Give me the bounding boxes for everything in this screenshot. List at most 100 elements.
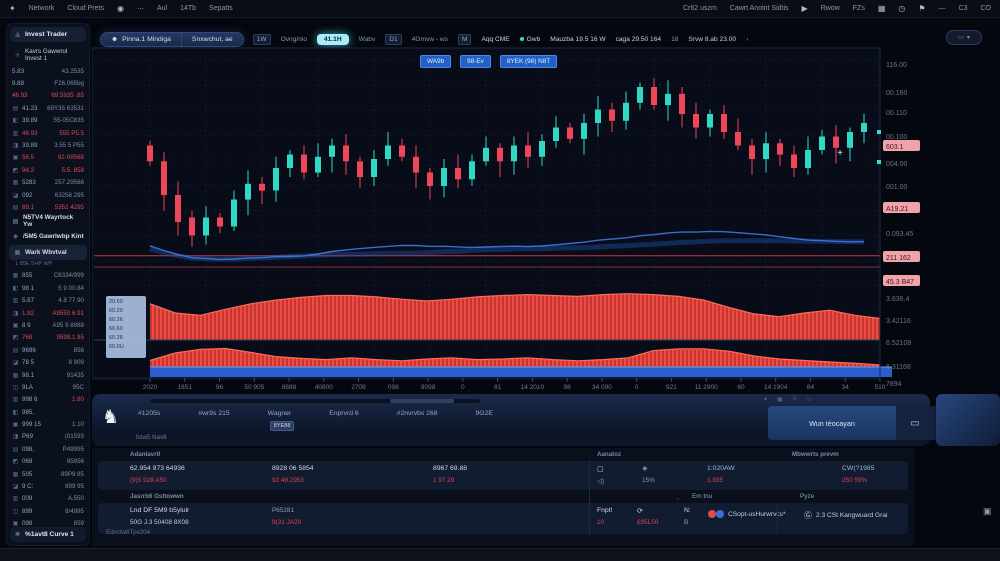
toolbar-item[interactable]: Ovng/nio <box>281 36 307 43</box>
checkbox-icon[interactable]: ▢ <box>597 465 603 473</box>
menu-item[interactable]: — <box>939 5 946 12</box>
watchlist-row[interactable]: ▣8 9A95 9 8988 <box>7 319 89 331</box>
watchlist-row[interactable]: ▣56.592-09568 <box>7 152 89 164</box>
menu-item[interactable]: CO <box>981 5 992 12</box>
watchlist-row[interactable]: ◫9LA95C <box>7 381 89 393</box>
menu-item[interactable]: Aul <box>157 5 167 12</box>
watchlist-row[interactable]: ▦855C8334/999 <box>7 270 89 282</box>
tab-6[interactable]: 9G2E <box>476 410 493 417</box>
payment-method-gpay[interactable]: Ⓖ 2.3 CSt Kangwuard Grai <box>804 510 887 521</box>
menubar-icon[interactable]: ◉ <box>117 4 124 13</box>
menu-item[interactable]: ⋯ <box>137 5 144 13</box>
menu-item[interactable]: Rwow <box>821 5 840 12</box>
watchlist-row[interactable]: ▣999 151.10 <box>7 418 89 430</box>
sidebar-section[interactable]: ◈/5M5 Gawrlwbp Kint <box>7 229 89 244</box>
copy-icon[interactable]: ▭ <box>896 406 934 440</box>
indicator-chip[interactable]: WA9b <box>420 55 451 68</box>
toolbar-item[interactable]: D1 <box>385 34 401 45</box>
mini-icon[interactable]: ≡ <box>793 396 797 403</box>
watchlist-row[interactable]: ▤098,P49995 <box>7 443 89 455</box>
toolbar-item[interactable]: 1W <box>253 34 271 45</box>
watchlist-row[interactable]: ◧98 15 9 00.84 <box>7 282 89 294</box>
menubar-icon[interactable]: ▶ <box>802 4 808 13</box>
toolbar-item[interactable]: caga 29.50 164 <box>616 36 661 43</box>
row-icon: ◪ <box>12 192 19 199</box>
place-order-button[interactable]: Wun téocayan <box>768 406 896 440</box>
watchlist-row[interactable]: ▥5.874.8 77.90 <box>7 294 89 306</box>
watchlist-row[interactable]: 9.88F26.065bg <box>7 77 89 89</box>
toolbar-item[interactable]: Mauzba 19.5 16 W <box>550 36 605 43</box>
watchlist-row[interactable]: 46.9369.5935 .85 <box>7 90 89 102</box>
sidebar-section[interactable]: ▣Wark Wbvtval <box>9 245 87 260</box>
toolbar-item[interactable]: M <box>458 34 472 45</box>
tab-2[interactable]: #wr9s 215 <box>198 410 229 417</box>
watchlist-row[interactable]: ◨1.92A9550 6.91 <box>7 307 89 319</box>
toolbar-item[interactable]: Srvw 8.ab 23.00 <box>688 36 736 43</box>
menubar-icon[interactable]: ✦ <box>9 4 16 13</box>
speaker-icon[interactable]: ◁) <box>597 477 604 485</box>
watchlist-row[interactable]: ◧985, <box>7 406 89 418</box>
watchlist-row[interactable]: ▤9696856 <box>7 344 89 356</box>
watchlist-row[interactable]: ▥009A.550 <box>7 493 89 505</box>
time-interval-button[interactable]: 41.1H <box>317 34 349 45</box>
menu-item[interactable]: C3 <box>959 5 968 12</box>
sidebar-footer-item[interactable]: ✱ %1avt8 Curve 1 <box>10 527 86 542</box>
tab-5[interactable]: #2nvrvbs 268 <box>397 410 438 417</box>
horizontal-scrollbar[interactable] <box>150 399 480 403</box>
watchlist-row[interactable]: ◩7689599.1 85 <box>7 332 89 344</box>
table-row[interactable] <box>98 461 908 490</box>
watchlist-row[interactable]: ◩94.25.5. 858 <box>7 164 89 176</box>
axis-settings-button[interactable]: ▭ ▾ <box>946 30 982 45</box>
refresh-icon[interactable]: ⟳ <box>637 507 643 515</box>
menubar-icon[interactable]: ◷ <box>898 4 905 13</box>
menu-item[interactable]: Cloud Prets <box>67 5 104 12</box>
watchlist-row[interactable]: ▦98.191435 <box>7 369 89 381</box>
toolbar-item[interactable]: Gwb <box>520 36 541 43</box>
watchlist-row[interactable]: ▦50589P9 85 <box>7 468 89 480</box>
watchlist-row[interactable]: ▥998 61.80 <box>7 394 89 406</box>
menu-item[interactable]: Cawrt Anoint Sidtis <box>730 5 789 12</box>
payment-method-mastercard[interactable]: CSopt-usHurwrvcs* <box>708 510 786 518</box>
menu-item[interactable]: Network <box>29 5 55 12</box>
watchlist-row[interactable]: ▤41.2369Y35 63531 <box>7 102 89 114</box>
tab-4[interactable]: Enprvrd 6 <box>329 410 358 417</box>
mini-icon[interactable]: ▣ <box>777 396 783 403</box>
table-row[interactable] <box>98 503 908 534</box>
toolbar-item[interactable]: Aqq CME <box>481 36 509 43</box>
watchlist-row[interactable]: 5.8343.2535 <box>7 65 89 77</box>
candlestick-chart[interactable]: +202018519650 90588884080027080989098081… <box>92 44 920 392</box>
toolbar-item[interactable]: 18 <box>671 36 678 43</box>
toolbar-item[interactable]: 4Gmvw - ws <box>412 36 448 43</box>
scrollbar-handle[interactable] <box>390 399 454 403</box>
sidebar-header[interactable]: ◮ Invest Trader <box>10 27 86 42</box>
watchlist-row[interactable]: ◧39.8955-05C835 <box>7 115 89 127</box>
mini-icon[interactable]: ▾ <box>764 396 767 403</box>
menu-item[interactable]: Cr62 uszm <box>683 5 717 12</box>
menu-item[interactable]: 14Tb <box>180 5 196 12</box>
tab-3[interactable]: Wagner8YE88 <box>268 410 292 417</box>
toolbar-item[interactable]: › <box>746 36 748 43</box>
sidebar-account-item[interactable]: ✛ Kavrs Gawwrul Invest 1 <box>7 45 89 65</box>
watchlist-row[interactable]: ◪09263258 295 <box>7 189 89 201</box>
watchlist-row[interactable]: ◨P69(01593 <box>7 431 89 443</box>
menu-item[interactable]: FZs <box>853 5 865 12</box>
watchlist-row[interactable]: ▥46.93555 P5.5 <box>7 127 89 139</box>
mini-icon[interactable]: ▭ <box>806 396 812 403</box>
watchlist-row[interactable]: ▦5283257.29568 <box>7 177 89 189</box>
tab-1[interactable]: #1205s <box>138 410 160 417</box>
indicator-chip[interactable]: 8YEK (98) N8T <box>500 55 557 68</box>
menubar-icon[interactable]: ⚑ <box>918 4 925 13</box>
watchlist-row[interactable]: ▤89.15351 4295 <box>7 201 89 213</box>
menu-item[interactable]: Sepatts <box>209 5 233 12</box>
watchlist-row[interactable]: ◨39.893.55 5 P55 <box>7 139 89 151</box>
indicator-chip[interactable]: 98-Ev <box>460 55 491 68</box>
menubar-icon[interactable]: ▦ <box>878 4 886 13</box>
sidebar-section[interactable]: ▤N5TV4 Wayrtock Yw <box>7 214 89 229</box>
toolbar-item[interactable]: Wabv <box>359 36 376 43</box>
sparkle-icon[interactable]: ✳ <box>642 465 648 473</box>
watchlist-row[interactable]: ◪9 C:899 95 <box>7 480 89 492</box>
watchlist-row[interactable]: ◩06995956 <box>7 456 89 468</box>
watchlist-row[interactable]: ◫8998/4995 <box>7 505 89 517</box>
settings-icon[interactable]: ▣ <box>983 506 992 517</box>
watchlist-row[interactable]: ◪78 58 909 <box>7 356 89 368</box>
